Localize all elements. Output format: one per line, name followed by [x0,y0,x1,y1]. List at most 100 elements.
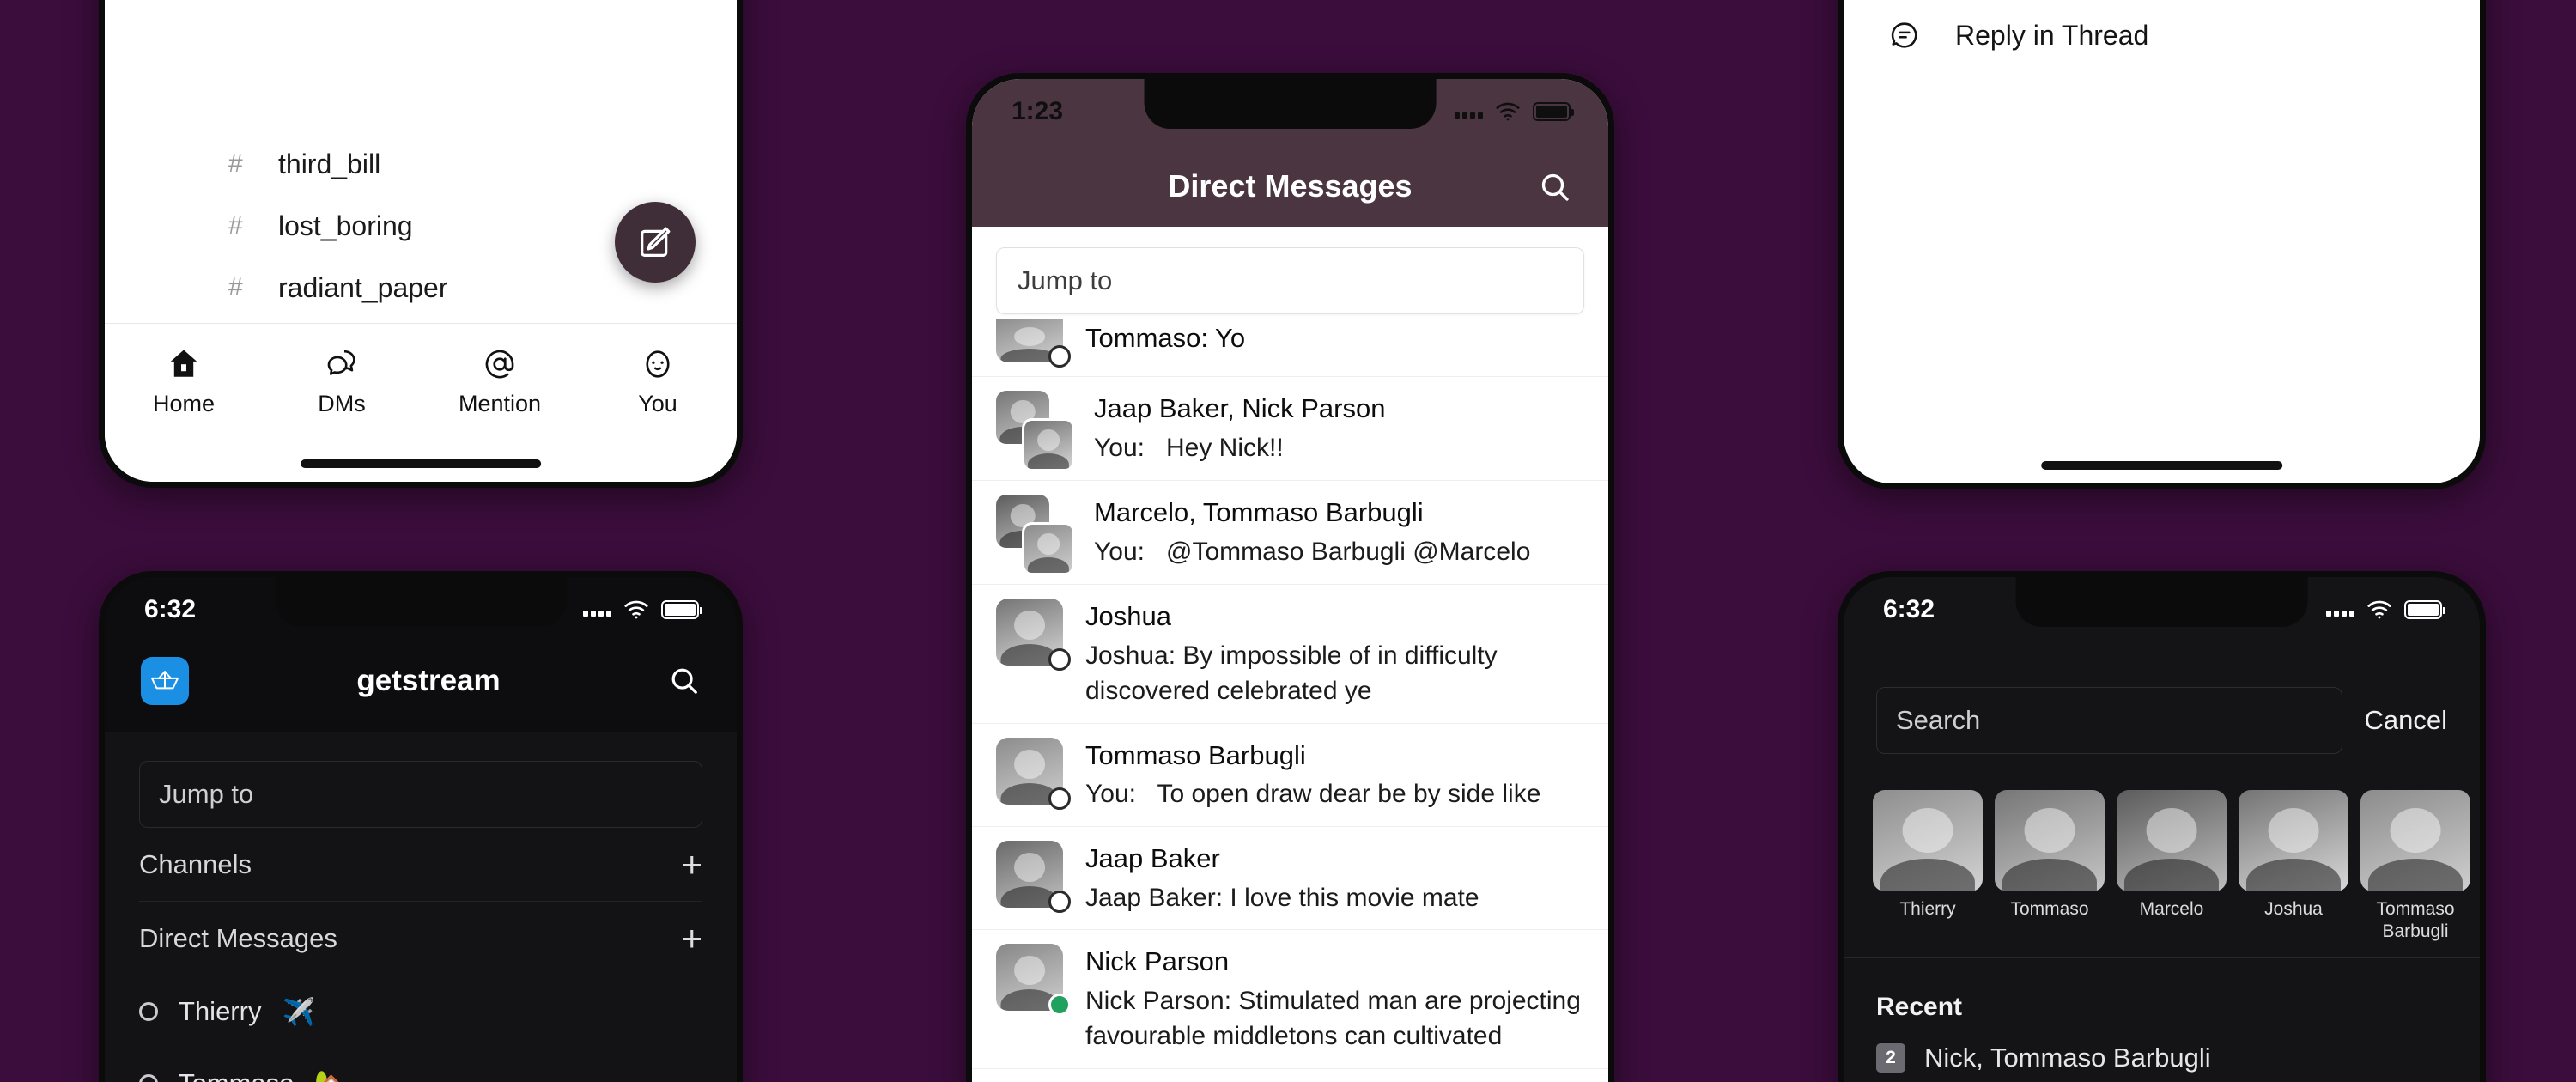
add-dm-button[interactable]: + [681,921,702,957]
at-mention-icon [485,350,514,379]
person-tommaso[interactable]: Tommaso [1995,790,2105,944]
screen-direct-messages: 1:23 Direct Messages Jump to Tommaso: Yo… [972,79,1608,1082]
avatar-group [996,495,1075,575]
dm-preview: You: To open draw dear be by side like [1085,776,1584,812]
recent-header: Recent [1876,993,1963,1021]
screen-getstream-channels: 6:32 getstream Jump to Channels + Direct… [105,577,737,1082]
dms-icon [327,350,355,375]
list-item[interactable]: Tommaso Barbugli You: To open draw dear … [972,724,1608,827]
tab-you[interactable]: You [579,346,737,417]
tab-dms[interactable]: DMs [263,346,421,417]
menu-item-reply-in-thread[interactable]: Reply in Thread [1844,0,2480,74]
list-item[interactable]: Jaap Baker Jaap Baker: I love this movie… [972,827,1608,931]
notch [275,577,567,627]
person-marcelo[interactable]: Marcelo [2117,790,2227,944]
dm-preview-text: @Tommaso Barbugli @Marcelo [1166,537,1531,566]
house-emoji: 🏡 [314,1068,348,1082]
jump-to-input[interactable]: Jump to [996,247,1584,314]
dm-preview-prefix: You: [1085,780,1136,809]
dm-list-body[interactable]: Jump to Tommaso: Yo Jaap Baker, Nick Par [972,227,1608,1082]
dm-title: Marcelo, Tommaso Barbugli [1094,497,1424,527]
dm-preview: Tommaso: Yo [1085,323,1246,353]
search-input[interactable]: Search [1876,687,2342,754]
search-button[interactable] [1538,170,1572,204]
dm-preview-prefix: You: [1094,537,1145,566]
dm-preview: Joshua: By impossible of in difficulty d… [1085,641,1498,706]
presence-indicator [1048,890,1071,913]
getstream-header: getstream [105,630,737,732]
list-item[interactable]: Nick Parson Nick Parson: Stimulated man … [972,930,1608,1069]
dm-preview: You: @Tommaso Barbugli @Marcelo [1094,534,1584,569]
cancel-button[interactable]: Cancel [2365,705,2448,736]
getstream-logo[interactable] [141,657,189,705]
jump-to-placeholder: Jump to [159,779,254,809]
battery-icon [661,600,702,619]
page-title: Direct Messages [1168,168,1413,204]
menu-item-label: Reply in Thread [1955,19,2149,51]
avatar [996,737,1071,810]
avatar [996,944,1071,1017]
phone-search: 6:32 Search Cancel Thierry Tommaso Marce… [1838,571,2486,1082]
hash-icon: # [228,273,243,301]
notch [2015,577,2308,627]
avatar [2360,790,2470,891]
presence-indicator [1048,787,1071,810]
bottom-tab-bar: Home DMs Mention You [105,323,737,482]
dm-item-tommaso[interactable]: Tommaso 🏡 [139,1048,702,1082]
person-thierry[interactable]: Thierry [1873,790,1983,944]
person-name: Thierry [1899,899,1956,919]
dm-preview: You: Hey Nick!! [1094,430,1584,465]
home-indicator [301,459,541,468]
tab-label: Home [152,391,216,416]
phone-getstream-channels: 6:32 getstream Jump to Channels + Direct… [99,571,743,1082]
recent-section: Recent 2 Nick, Tommaso Barbugli [1844,970,2480,1073]
channel-name: radiant_paper [278,271,448,303]
channel-name: lost_boring [278,210,413,241]
home-icon [170,350,197,377]
recent-item[interactable]: 2 Nick, Tommaso Barbugli [1876,1042,2447,1073]
tab-mention[interactable]: Mention [421,346,579,417]
tab-home[interactable]: Home [105,346,263,417]
member-count-badge: 2 [1876,1043,1905,1073]
compose-message-button[interactable] [615,202,696,283]
channel-row-third-bill[interactable]: # third_bill [105,133,737,195]
cellular-signal-icon [1455,105,1483,119]
status-time: 1:23 [1012,97,1064,125]
dm-name: Tommaso [179,1068,294,1082]
cellular-signal-icon [2326,603,2354,617]
add-channel-button[interactable]: + [681,846,702,883]
person-tommaso-barbugli[interactable]: Tommaso Barbugli [2360,790,2470,944]
presence-indicator [1048,345,1071,368]
airplane-emoji: ✈️ [282,996,316,1027]
avatar [1995,790,2105,891]
person-name: Tommaso Barbugli [2376,899,2455,942]
dm-preview: Nick Parson: Stimulated man are projecti… [1085,986,1581,1051]
people-strip[interactable]: Thierry Tommaso Marcelo Joshua Tommaso B… [1844,790,2480,958]
avatar [996,840,1071,913]
wifi-icon [2366,600,2392,619]
section-label: Channels [139,848,252,879]
dm-preview-prefix: You: [1094,433,1145,462]
dm-item-thierry[interactable]: Thierry ✈️ [139,976,702,1048]
section-channels: Channels + [139,828,702,902]
search-button[interactable] [668,665,701,697]
list-item[interactable]: Joshua Joshua: By impossible of in diffi… [972,585,1608,724]
hash-icon: # [228,211,243,240]
thread-reply-icon [1891,22,1917,48]
search-icon [671,668,697,694]
list-item[interactable]: Jaap Baker, Nick Parson You: Hey Nick!! [972,377,1608,481]
list-item[interactable]: Marcelo, Tommaso Barbugli You: @Tommaso … [972,481,1608,585]
battery-icon [1533,102,1574,121]
getstream-body: Jump to Channels + Direct Messages + Thi… [105,732,737,1082]
battery-icon [2404,600,2445,619]
person-joshua[interactable]: Joshua [2239,790,2348,944]
tab-label: You [638,391,677,416]
jump-to-input[interactable]: Jump to [139,761,702,828]
list-item[interactable]: Tommaso: Yo [972,319,1608,377]
notch [1144,79,1437,129]
dm-preview: Jaap Baker: I love this movie mate [1085,883,1479,912]
search-icon [1541,173,1569,201]
person-name: Marcelo [2139,899,2204,919]
dm-title: Jaap Baker, Nick Parson [1094,393,1386,423]
person-name: Tommaso [2010,899,2089,919]
